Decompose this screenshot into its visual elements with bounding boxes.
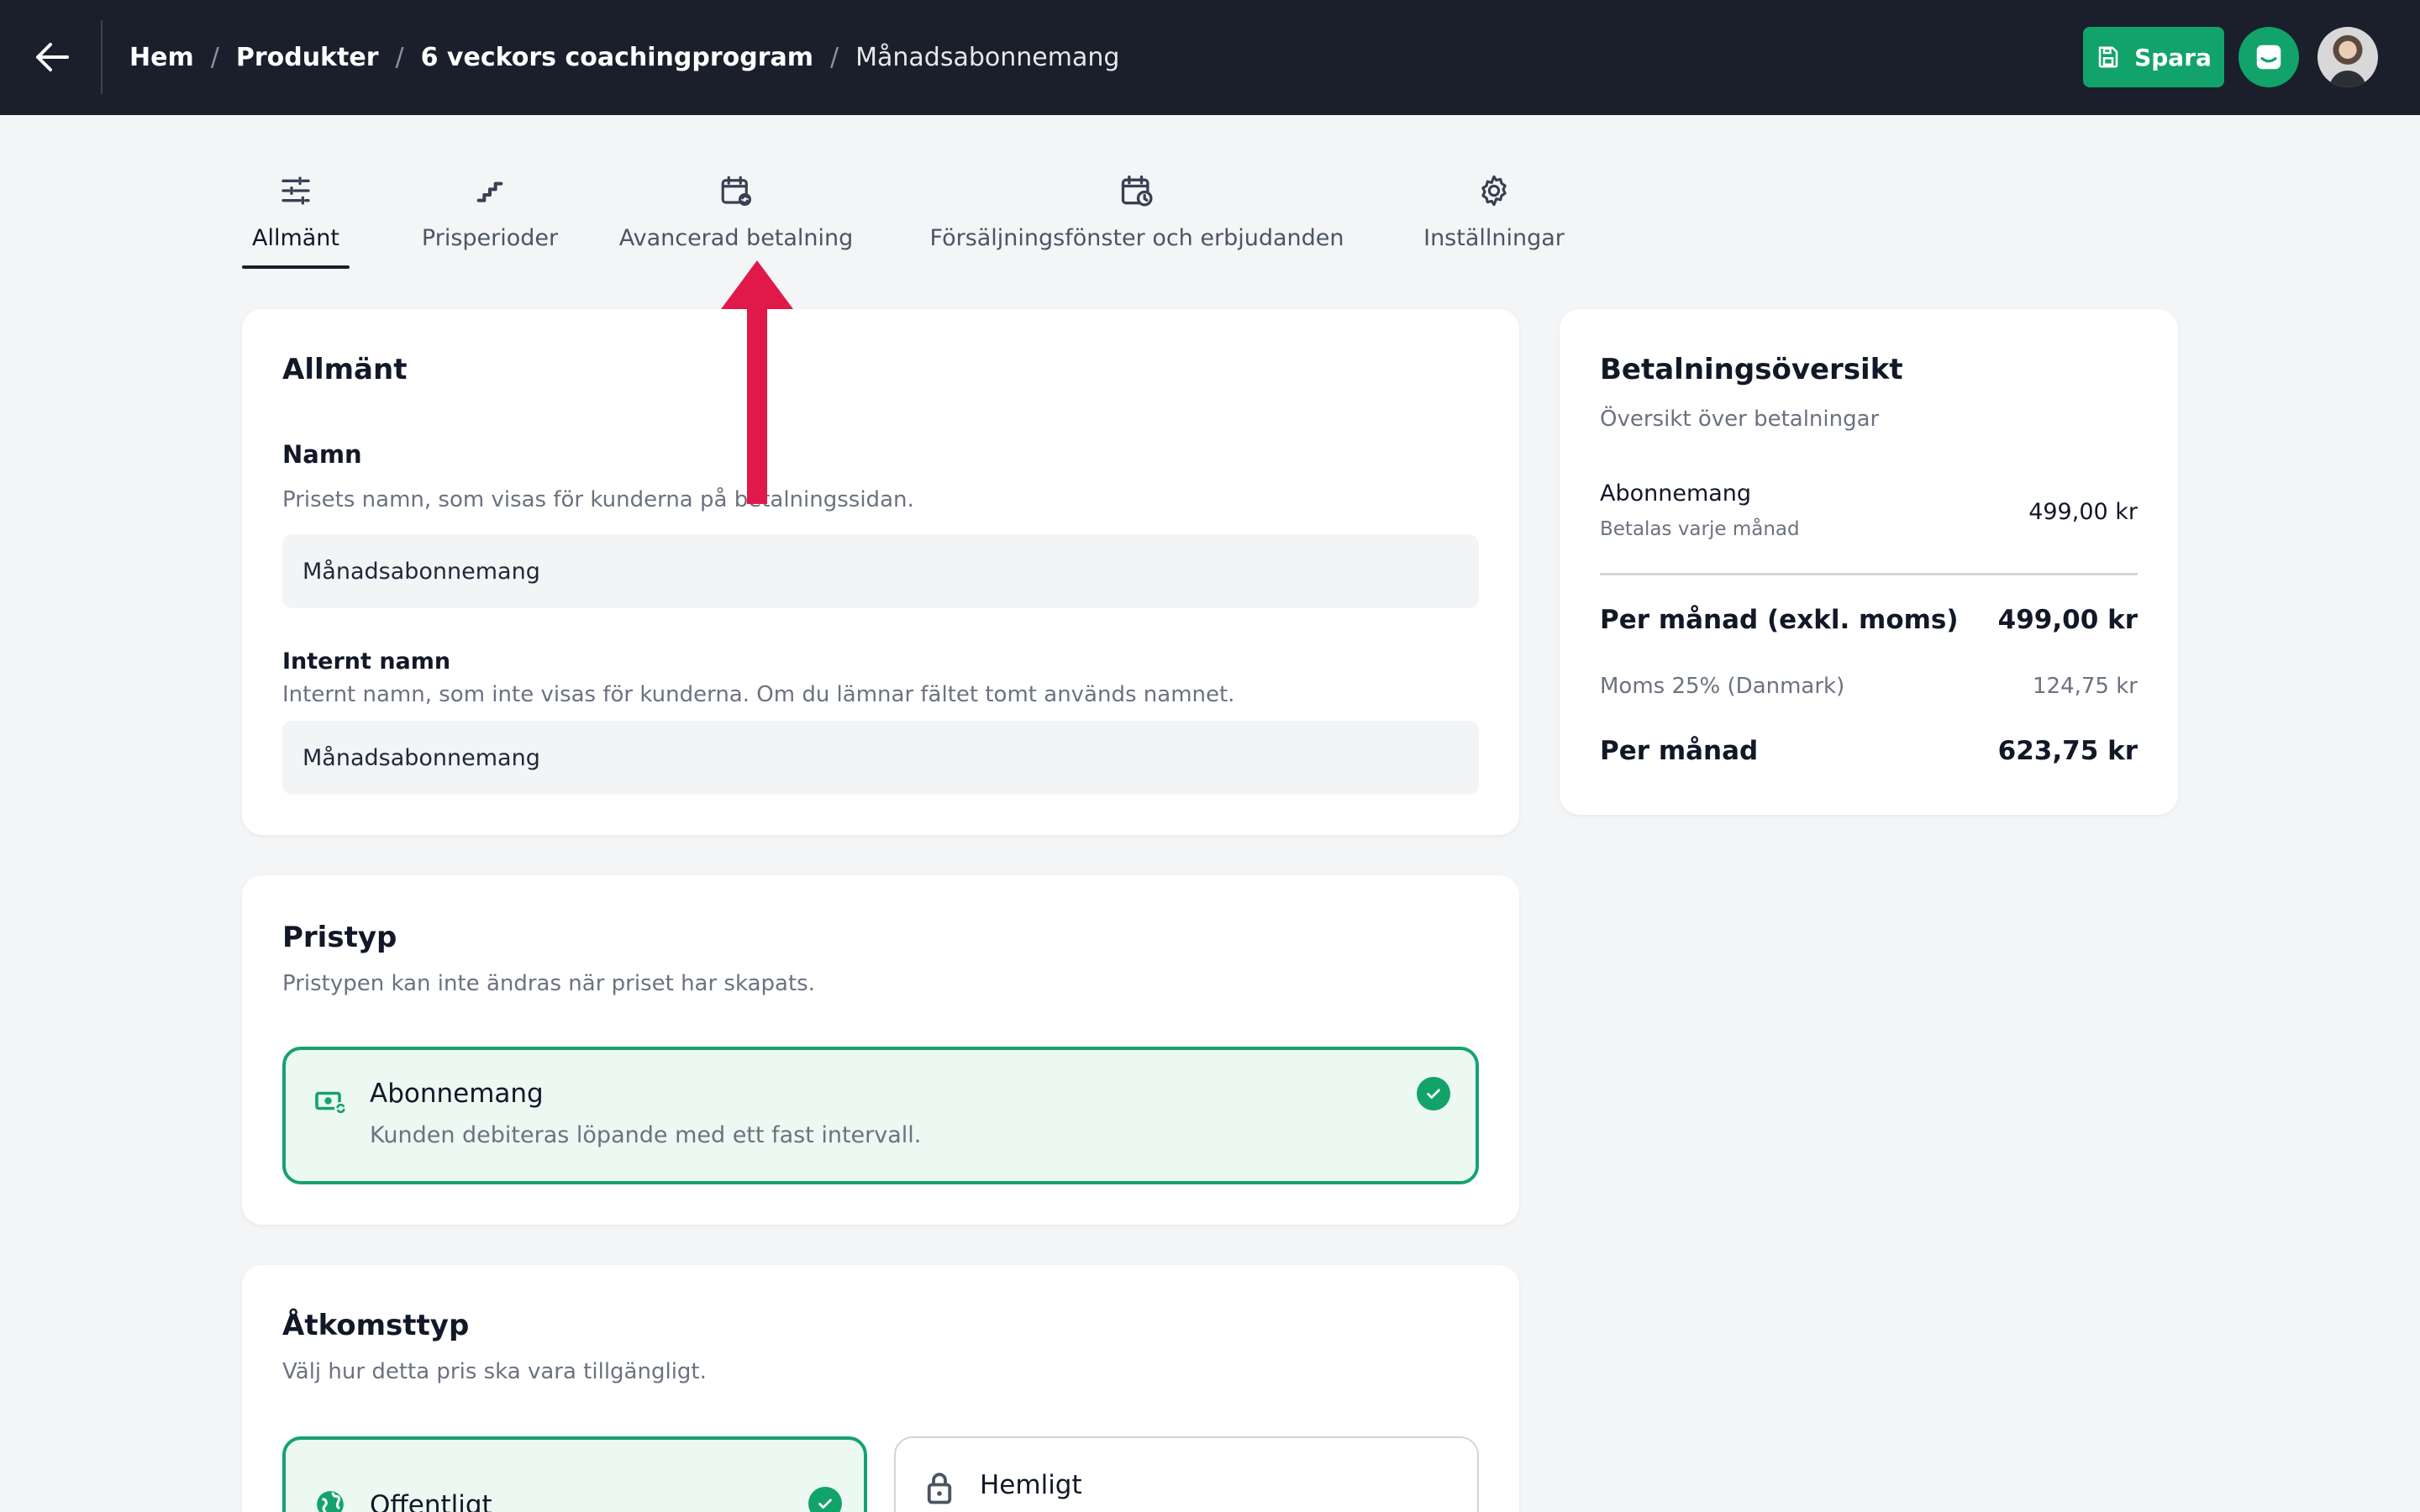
breadcrumb-product[interactable]: 6 veckors coachingprogram	[421, 43, 813, 72]
summary-title: Betalningsöversikt	[1600, 353, 1903, 386]
gear-icon	[1481, 175, 1507, 207]
globe-icon	[317, 1491, 344, 1512]
internal-name-help-text: Internt namn, som inte visas för kundern…	[282, 682, 1235, 707]
option-title: Abonnemang	[370, 1079, 544, 1109]
sliders-icon	[281, 176, 310, 205]
stairs-icon	[476, 181, 503, 202]
tab-label: Inställningar	[1423, 225, 1565, 251]
tab-advanced-payment[interactable]: Avancerad betalning	[619, 168, 853, 269]
tab-label: Prisperioder	[421, 225, 559, 251]
per-month-excl-label: Per månad (exkl. moms)	[1600, 605, 1959, 635]
save-button[interactable]: Spara	[2083, 27, 2224, 87]
floppy-disk-icon	[2098, 46, 2118, 68]
arrow-left-icon	[36, 43, 69, 71]
save-button-label: Spara	[2134, 43, 2212, 71]
chat-button[interactable]	[2238, 27, 2299, 87]
general-title: Allmänt	[282, 353, 408, 386]
user-avatar[interactable]	[2317, 27, 2378, 87]
access-type-card: Åtkomsttyp Välj hur detta pris ska vara …	[242, 1265, 1519, 1512]
per-month-excl-row: Per månad (exkl. moms) 499,00 kr	[1600, 605, 2138, 635]
per-month-row: Per månad 623,75 kr	[1600, 736, 2138, 766]
tab-settings[interactable]: Inställningar	[1423, 168, 1565, 269]
per-month-value: 623,75 kr	[1997, 736, 2138, 766]
selected-check-icon	[1417, 1077, 1450, 1110]
internal-name-label: Internt namn	[282, 648, 451, 675]
breadcrumb: Hem / Produkter / 6 veckors coachingprog…	[129, 35, 1119, 79]
access-type-title: Åtkomsttyp	[282, 1309, 470, 1342]
access-option-label: Hemligt	[980, 1470, 1082, 1500]
option-description: Kunden debiteras löpande med ett fast in…	[370, 1122, 922, 1148]
per-month-excl-value: 499,00 kr	[1997, 605, 2138, 635]
top-bar: Hem / Produkter / 6 veckors coachingprog…	[0, 0, 2420, 115]
price-type-help-text: Pristypen kan inte ändras när priset har…	[282, 971, 815, 996]
internal-name-input[interactable]	[282, 721, 1479, 795]
payment-summary-card: Betalningsöversikt Översikt över betalni…	[1560, 309, 2178, 815]
breadcrumb-current: Månadsabonnemang	[855, 42, 1120, 72]
tab-price-periods[interactable]: Prisperioder	[422, 168, 558, 269]
breadcrumb-separator: /	[210, 42, 219, 72]
tab-sales-windows[interactable]: Försäljningsfönster och erbjudanden	[930, 168, 1344, 269]
summary-item-price: 499,00 kr	[2028, 499, 2138, 525]
tab-bar: Allmänt Prisperioder Avancerad betalning…	[242, 168, 1586, 269]
price-type-card: Pristyp Pristypen kan inte ändras när pr…	[242, 875, 1519, 1225]
tab-label: Avancerad betalning	[618, 225, 854, 251]
tab-label: Försäljningsfönster och erbjudanden	[929, 225, 1344, 251]
vat-label: Moms 25% (Danmark)	[1600, 674, 1845, 699]
summary-divider	[1600, 573, 2138, 575]
name-input[interactable]	[282, 534, 1479, 608]
summary-item-name: Abonnemang	[1600, 480, 1752, 507]
price-type-option-subscription[interactable]: Abonnemang Kunden debiteras löpande med …	[282, 1047, 1479, 1184]
price-type-title: Pristyp	[282, 921, 397, 954]
breadcrumb-separator: /	[395, 42, 404, 72]
topbar-divider	[101, 20, 103, 94]
per-month-label: Per månad	[1600, 736, 1759, 766]
breadcrumb-products[interactable]: Produkter	[236, 43, 379, 72]
vat-row: Moms 25% (Danmark) 124,75 kr	[1600, 674, 2138, 699]
summary-item-row: Abonnemang Betalas varje månad 499,00 kr	[1600, 480, 2138, 540]
name-help-text: Prisets namn, som visas för kunderna på …	[282, 487, 914, 512]
calendar-clock-icon	[1121, 175, 1153, 207]
summary-item-note: Betalas varje månad	[1600, 518, 1800, 540]
access-option-label: Offentligt	[370, 1490, 492, 1512]
name-label: Namn	[282, 440, 362, 469]
back-button[interactable]	[25, 30, 79, 84]
calendar-refresh-icon	[721, 176, 752, 207]
summary-subtitle: Översikt över betalningar	[1600, 407, 1880, 432]
access-option-public[interactable]: Offentligt	[282, 1436, 867, 1512]
money-refresh-icon	[315, 1091, 347, 1115]
tab-label: Allmänt	[251, 225, 340, 251]
breadcrumb-home[interactable]: Hem	[129, 43, 194, 72]
vat-value: 124,75 kr	[2033, 674, 2138, 699]
tab-general[interactable]: Allmänt	[242, 168, 350, 269]
lock-icon	[927, 1473, 952, 1504]
selected-check-icon	[808, 1487, 842, 1512]
general-card: Allmänt Namn Prisets namn, som visas för…	[242, 309, 1519, 835]
breadcrumb-separator: /	[830, 42, 839, 72]
chat-icon	[2256, 45, 2281, 70]
access-option-secret[interactable]: Hemligt	[894, 1436, 1479, 1512]
access-type-help-text: Välj hur detta pris ska vara tillgänglig…	[282, 1359, 707, 1384]
